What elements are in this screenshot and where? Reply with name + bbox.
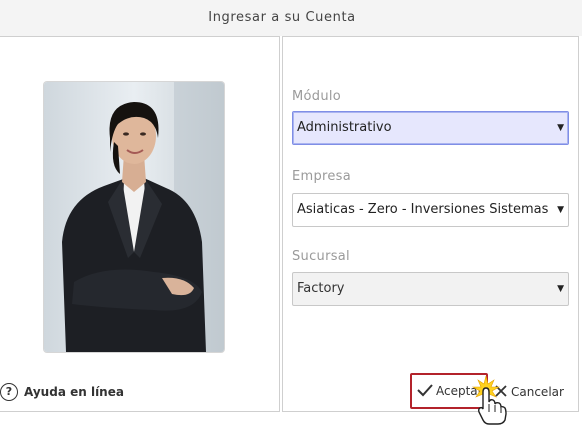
empresa-value: Asiaticas - Zero - Inversiones Sistemas <box>297 202 549 217</box>
dialog-titlebar: Ingresar a su Cuenta <box>0 0 582 36</box>
modulo-label: Módulo <box>292 89 342 104</box>
checkmark-icon <box>417 382 433 401</box>
modulo-select[interactable]: Administrativo ▼ <box>292 111 569 145</box>
cancel-label: Cancelar <box>511 385 564 399</box>
sucursal-label: Sucursal <box>292 249 350 264</box>
empresa-select[interactable]: Asiaticas - Zero - Inversiones Sistemas … <box>292 193 569 227</box>
sucursal-value: Factory <box>297 281 345 296</box>
hand-pointer-icon <box>470 374 510 430</box>
modulo-value: Administrativo <box>297 120 392 135</box>
triangle-down-icon: ▼ <box>557 205 564 215</box>
triangle-down-icon: ▼ <box>557 284 564 294</box>
question-circle-icon: ? <box>0 383 18 401</box>
help-label: Ayuda en línea <box>24 385 124 399</box>
sucursal-select[interactable]: Factory ▼ <box>292 272 569 306</box>
dialog-title: Ingresar a su Cuenta <box>208 10 356 25</box>
help-link[interactable]: ? Ayuda en línea <box>0 382 124 402</box>
user-photo <box>44 82 224 352</box>
empresa-label: Empresa <box>292 169 352 184</box>
triangle-down-icon: ▼ <box>557 123 564 133</box>
